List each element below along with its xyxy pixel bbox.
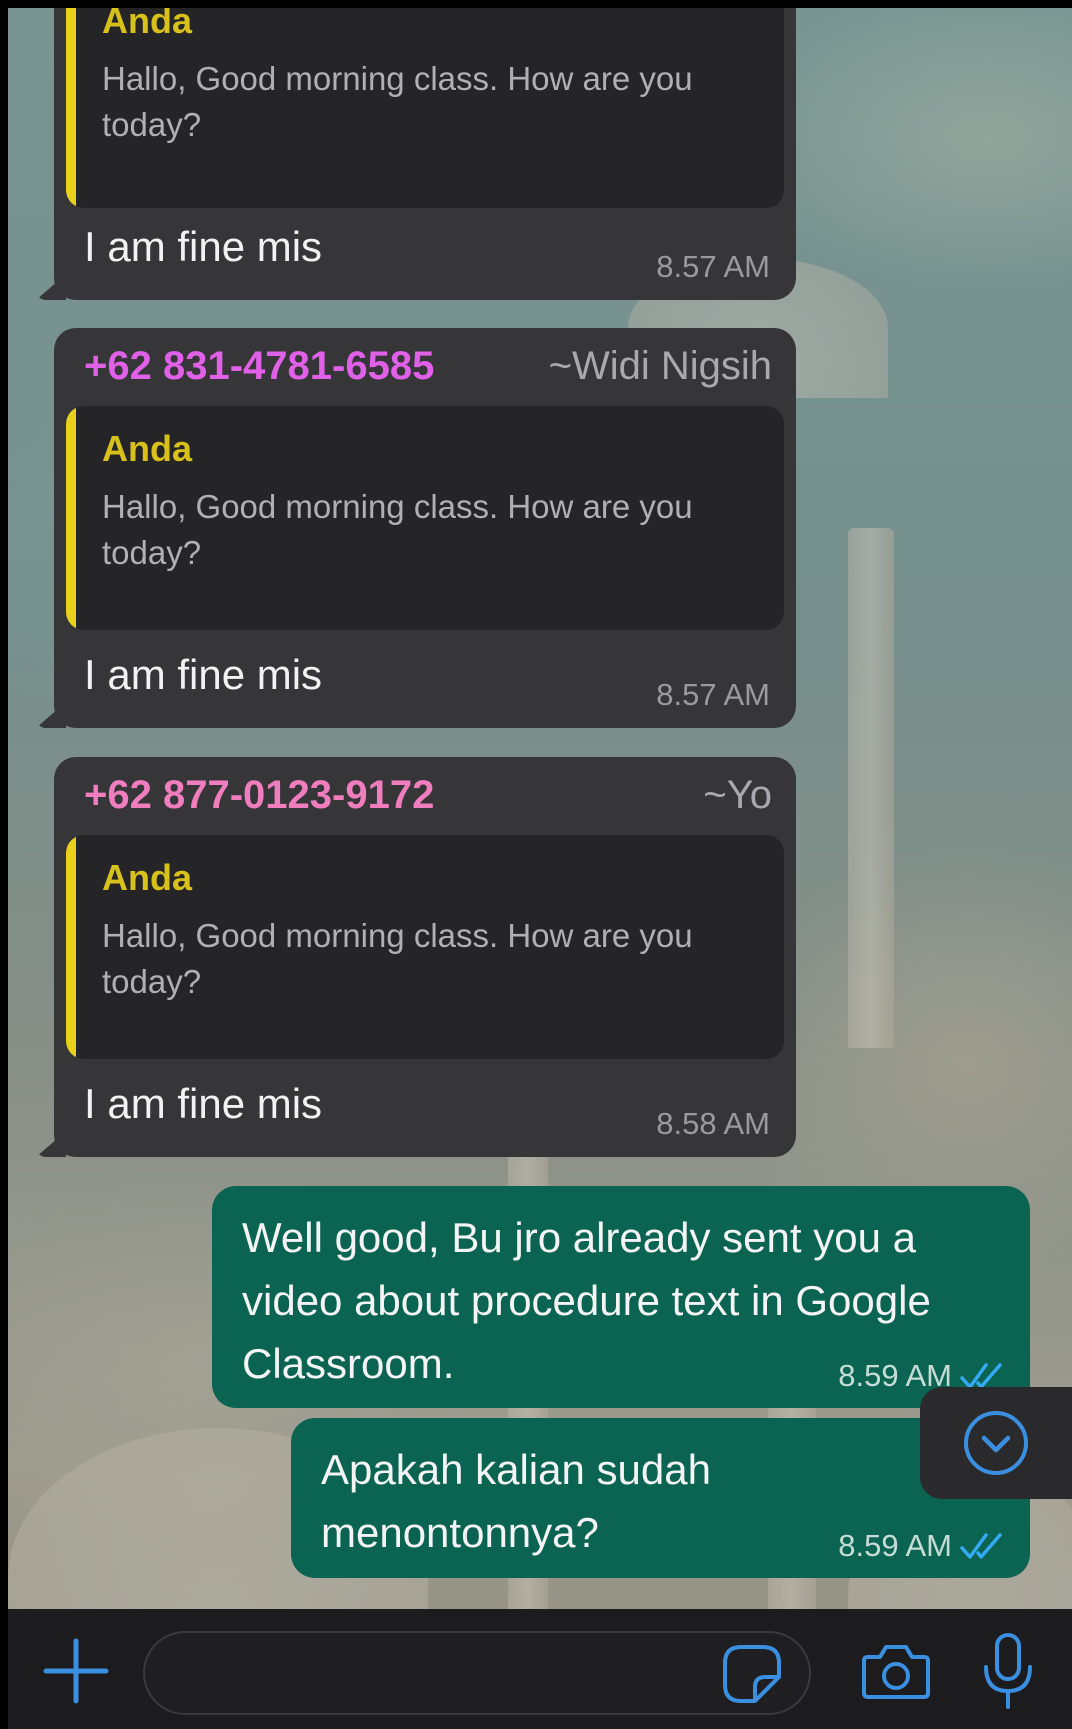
message-time: 8.59 AM — [838, 1528, 952, 1563]
incoming-message[interactable]: +62 877-0123-9172 ~Yo Anda Hallo, Good m… — [36, 757, 796, 1157]
quoted-message[interactable]: Anda Hallo, Good morning class. How are … — [66, 835, 784, 1059]
incoming-message[interactable]: +62 831-4781-6585 ~Widi Nigsih Anda Hall… — [36, 328, 796, 728]
quote-text: Hallo, Good morning class. How are you t… — [102, 488, 693, 571]
scroll-to-bottom-button[interactable] — [920, 1387, 1072, 1499]
quote-accent-bar — [66, 406, 76, 630]
message-time: 8.57 AM — [656, 677, 770, 712]
sender-alias: ~Yo — [703, 773, 772, 817]
quote-author: Anda — [102, 8, 192, 41]
camera-icon[interactable] — [860, 1639, 932, 1703]
incoming-message[interactable]: Anda Hallo, Good morning class. How are … — [36, 8, 796, 300]
composer-bar — [8, 1609, 1072, 1729]
quote-author: Anda — [102, 428, 192, 469]
message-text: Apakah kalian sudah menontonnya? — [321, 1446, 711, 1556]
message-input[interactable] — [143, 1631, 811, 1715]
message-text: I am fine mis — [84, 1080, 323, 1127]
message-time: 8.58 AM — [656, 1106, 770, 1141]
quoted-message[interactable]: Anda Hallo, Good morning class. How are … — [66, 8, 784, 208]
sender-phone[interactable]: +62 831-4781-6585 — [84, 344, 434, 389]
message-header: +62 877-0123-9172 ~Yo — [84, 773, 772, 818]
quote-accent-bar — [66, 8, 76, 208]
microphone-icon[interactable] — [978, 1631, 1038, 1713]
chevron-down-circle-icon — [964, 1411, 1028, 1475]
quote-text: Hallo, Good morning class. How are you t… — [102, 917, 693, 1000]
outgoing-message[interactable]: Well good, Bu jro already sent you a vid… — [212, 1186, 1030, 1408]
message-time: 8.57 AM — [656, 249, 770, 284]
quote-text: Hallo, Good morning class. How are you t… — [102, 60, 693, 143]
chat-screen: Anda Hallo, Good morning class. How are … — [8, 8, 1072, 1729]
message-meta: 8.59 AM — [838, 1528, 1004, 1564]
sender-phone[interactable]: +62 877-0123-9172 — [84, 773, 434, 818]
sticker-icon[interactable] — [721, 1643, 783, 1705]
message-header: +62 831-4781-6585 ~Widi Nigsih — [84, 344, 772, 389]
double-check-icon — [960, 1533, 1002, 1559]
quote-author: Anda — [102, 857, 192, 898]
plus-icon[interactable] — [38, 1633, 114, 1709]
message-text: I am fine mis — [84, 223, 323, 270]
quoted-message[interactable]: Anda Hallo, Good morning class. How are … — [66, 406, 784, 630]
sender-alias: ~Widi Nigsih — [548, 344, 772, 388]
quote-accent-bar — [66, 835, 76, 1059]
message-text: I am fine mis — [84, 651, 323, 698]
